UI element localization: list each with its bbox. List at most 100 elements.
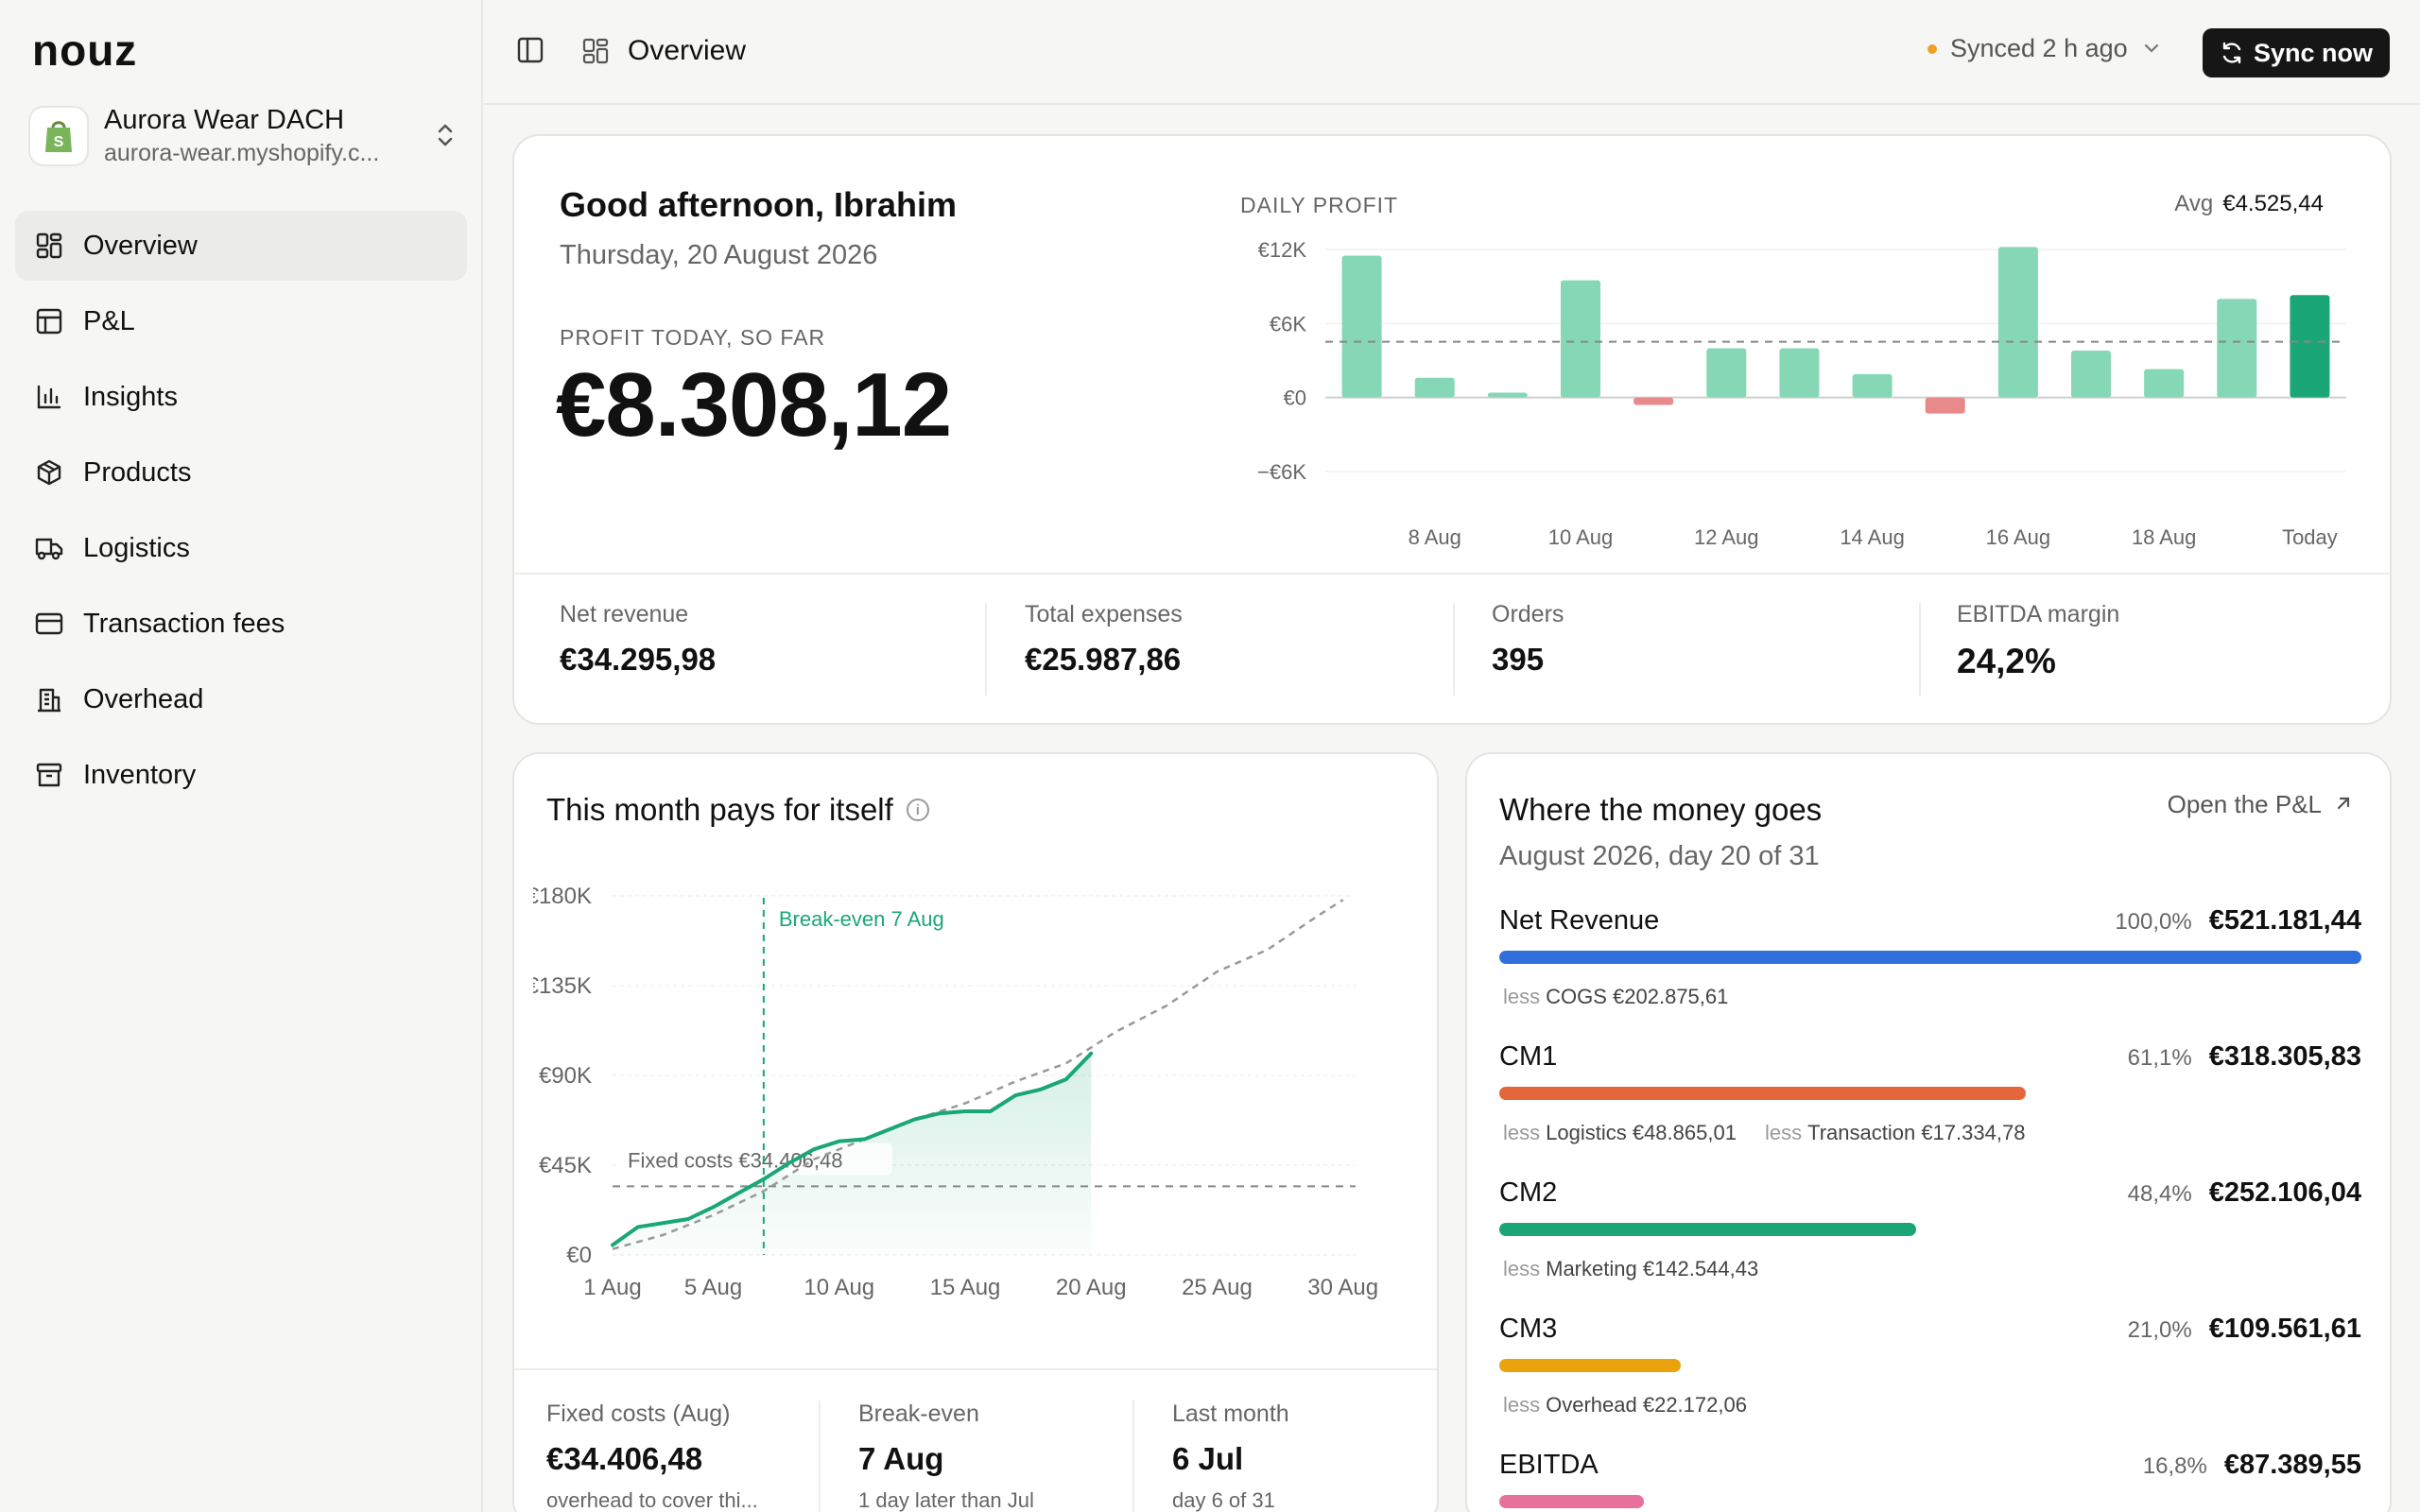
sidebar-item-label: Logistics xyxy=(83,532,190,563)
bar-18-aug xyxy=(2144,369,2185,398)
sync-now-button[interactable]: Sync now xyxy=(2203,28,2390,77)
sync-status-dropdown[interactable]: Synced 2 h ago xyxy=(1927,34,2160,63)
divider xyxy=(1453,603,1455,696)
bar-19-aug xyxy=(2217,299,2257,398)
row-percent: 61,1% xyxy=(2127,1045,2192,1071)
stat-value: €25.987,86 xyxy=(1025,642,1182,677)
stat-label: Fixed costs (Aug) xyxy=(546,1400,731,1427)
box-icon xyxy=(34,457,64,488)
x-tick-label: 5 Aug xyxy=(684,1275,742,1300)
sidebar-item-insights[interactable]: Insights xyxy=(15,362,467,432)
divider xyxy=(514,573,2390,575)
info-icon[interactable]: i xyxy=(906,799,929,821)
row-bar xyxy=(1499,1087,2027,1100)
bar-16-aug xyxy=(1997,247,2038,398)
row-header: CM3 21,0% €109.561,61 xyxy=(1499,1314,2361,1351)
x-tick-label: 25 Aug xyxy=(1182,1275,1253,1300)
break-even-title: This month pays for itself i xyxy=(546,792,929,828)
bar-14-aug xyxy=(1852,373,1893,398)
sidebar-item-label: Inventory xyxy=(83,759,197,790)
current-date: Thursday, 20 August 2026 xyxy=(560,240,878,270)
y-tick-label: €45K xyxy=(539,1153,592,1178)
sidebar-item-label: Overhead xyxy=(83,683,204,714)
stat-value: €34.406,48 xyxy=(546,1441,703,1476)
less-word: less xyxy=(1503,1257,1541,1280)
sidebar-item-inventory[interactable]: Inventory xyxy=(15,740,467,810)
stat-value: 7 Aug xyxy=(858,1441,944,1476)
stat-value: 395 xyxy=(1492,642,1545,677)
divider xyxy=(514,1368,1437,1370)
arrow-up-right-icon xyxy=(2335,792,2352,818)
y-tick-label: €6K xyxy=(1270,312,1306,335)
sidebar-toggle-icon[interactable] xyxy=(516,36,546,66)
y-tick-label: €135K xyxy=(533,973,592,999)
sidebar-nav: Overview P&L Insights Products Logistics… xyxy=(15,211,467,816)
row-deductions: less Overhead €22.172,06 xyxy=(1503,1393,2361,1418)
store-domain: aurora-wear.myshopify.c... xyxy=(104,140,380,166)
row-name: CM3 xyxy=(1499,1314,1558,1344)
stat-total-expenses: Total expenses €25.987,86 xyxy=(1025,601,1183,678)
store-switcher[interactable]: S Aurora Wear DACH aurora-wear.myshopify… xyxy=(28,98,459,174)
x-tick-label: 12 Aug xyxy=(1694,525,1759,549)
break-even-chart: €180K €135K €90K €45K €0 1 Aug 5 Aug 10 Aug 15 A… xyxy=(533,884,1378,1300)
row-value: €87.389,55 xyxy=(2223,1450,2361,1480)
y-tick-label: €0 xyxy=(1284,387,1306,410)
open-pnl-link[interactable]: Open the P&L xyxy=(2168,790,2352,819)
card-title: This month pays for itself xyxy=(546,792,893,827)
waterfall-row-cm3: CM3 21,0% €109.561,61 less Overhead €22.172,… xyxy=(1499,1314,2361,1450)
sidebar-item-transaction-fees[interactable]: Transaction fees xyxy=(15,589,467,659)
greeting: Good afternoon, Ibrahim xyxy=(560,185,957,224)
stat-ebitda-margin: EBITDA margin 24,2% xyxy=(1957,601,2119,681)
sidebar-item-logistics[interactable]: Logistics xyxy=(15,513,467,583)
shopify-bag-icon: S xyxy=(28,106,89,166)
row-deductions: less COGS €202.875,61 xyxy=(1503,985,2361,1009)
row-name: Net Revenue xyxy=(1499,905,1660,936)
sidebar-item-overview[interactable]: Overview xyxy=(15,211,467,281)
waterfall-row-net-revenue: Net Revenue 100,0% €521.181,44 less COGS €20… xyxy=(1499,905,2361,1041)
x-tick-label: 1 Aug xyxy=(583,1275,641,1300)
app-logo[interactable]: nouz xyxy=(32,25,137,76)
stat-value: 24,2% xyxy=(1957,642,2056,680)
x-tick-label: 20 Aug xyxy=(1056,1275,1127,1300)
row-header: Net Revenue 100,0% €521.181,44 xyxy=(1499,905,2361,943)
x-tick-label: 10 Aug xyxy=(1548,525,1614,549)
truck-icon xyxy=(34,533,64,563)
less-word: less xyxy=(1764,1121,1803,1144)
topbar: Overview Synced 2 h ago Sync now xyxy=(484,0,2420,105)
stat-fixed-costs: Fixed costs (Aug) €34.406,48 overhead to… xyxy=(546,1400,758,1512)
row-deductions: less Marketing €142.544,43 xyxy=(1503,1257,2361,1281)
deduction-text: Logistics €48.865,01 xyxy=(1546,1121,1737,1144)
bar-12-aug xyxy=(1706,348,1747,398)
table-icon xyxy=(34,306,64,336)
row-percent: 48,4% xyxy=(2127,1181,2192,1207)
bar-7-aug xyxy=(1341,255,1382,398)
profit-today-label: PROFIT TODAY, SO FAR xyxy=(560,325,826,350)
waterfall-list: Net Revenue 100,0% €521.181,44 less COGS €20… xyxy=(1499,905,2361,1512)
row-value: €318.305,83 xyxy=(2208,1041,2361,1072)
waterfall-row-ebitda: EBITDA 16,8% €87.389,55 xyxy=(1499,1450,2361,1512)
money-breakdown-card: Where the money goes August 2026, day 20… xyxy=(1465,752,2392,1512)
y-tick-label: €90K xyxy=(539,1063,592,1089)
sidebar-item-products[interactable]: Products xyxy=(15,438,467,507)
stat-label: Total expenses xyxy=(1025,601,1183,627)
sidebar-item-overhead[interactable]: Overhead xyxy=(15,664,467,734)
card-subtitle: August 2026, day 20 of 31 xyxy=(1499,841,1820,871)
waterfall-row-cm2: CM2 48,4% €252.106,04 less Marketing €142.54… xyxy=(1499,1177,2361,1314)
chevron-down-icon xyxy=(2143,38,2160,60)
sidebar: nouz S Aurora Wear DACH aurora-wear.mysh… xyxy=(0,0,483,1512)
page-title: Overview xyxy=(628,35,747,66)
chevron-up-down-icon xyxy=(431,121,459,151)
stat-label: EBITDA margin xyxy=(1957,601,2120,627)
row-name: CM1 xyxy=(1499,1041,1558,1072)
status-dot-icon xyxy=(1927,43,1937,54)
refresh-icon xyxy=(2222,42,2241,64)
profit-today-value: €8.308,12 xyxy=(556,354,952,455)
x-tick-label: 10 Aug xyxy=(804,1275,874,1300)
avg-value: €4.525,44 xyxy=(2222,191,2324,216)
row-bar xyxy=(1499,1359,1681,1372)
sidebar-item-pnl[interactable]: P&L xyxy=(15,286,467,356)
row-header: CM1 61,1% €318.305,83 xyxy=(1499,1041,2361,1079)
x-tick-label: 15 Aug xyxy=(930,1275,1001,1300)
row-value: €252.106,04 xyxy=(2208,1177,2361,1208)
break-even-label: Break-even 7 Aug xyxy=(779,907,944,931)
